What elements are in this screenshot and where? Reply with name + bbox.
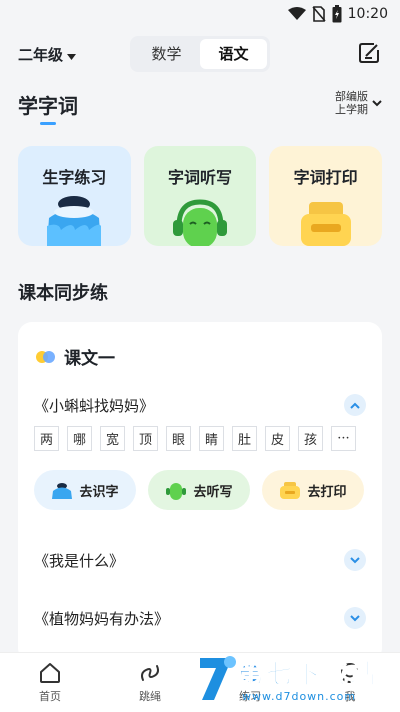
text-item[interactable]: 《我是什么》: [34, 548, 366, 572]
chevron-down-icon: [372, 97, 382, 110]
battery-icon: [332, 5, 342, 23]
card-label: 字词打印: [293, 168, 358, 187]
char-cell[interactable]: 哪: [67, 426, 92, 451]
char-cell[interactable]: 孩: [298, 426, 323, 451]
chevron-down-icon[interactable]: [344, 607, 366, 629]
card-character-practice[interactable]: 生字练习: [18, 146, 131, 246]
page-title: 学字词: [18, 94, 78, 118]
edition-label: 部编版: [335, 90, 368, 103]
go-dictation-label: 去听写: [193, 484, 233, 500]
more-chars-button[interactable]: ···: [331, 426, 356, 451]
go-print-button[interactable]: 去打印: [262, 470, 364, 510]
tab-home[interactable]: 首页: [0, 653, 100, 712]
header: 二年级 数学 语文: [0, 34, 400, 74]
lesson-header: 课文一: [36, 344, 115, 369]
caret-down-icon: [67, 46, 77, 64]
text-name: 《我是什么》: [34, 551, 125, 570]
text-item[interactable]: 《植物妈妈有办法》: [34, 606, 366, 630]
char-cell[interactable]: 睛: [199, 426, 224, 451]
home-icon: [40, 663, 60, 683]
edit-icon[interactable]: [358, 42, 380, 64]
go-print-label: 去打印: [307, 484, 347, 500]
go-learn-label: 去识字: [79, 484, 119, 500]
grade-label: 二年级: [18, 46, 64, 64]
edition-selector[interactable]: 部编版 上学期: [335, 90, 382, 116]
status-time: 10:20: [347, 6, 388, 22]
title-underline: [40, 122, 56, 125]
chevron-up-icon[interactable]: [344, 394, 366, 416]
card-print[interactable]: 字词打印: [269, 146, 383, 246]
tab-math[interactable]: 数学: [133, 39, 200, 69]
tab-label: 首页: [39, 690, 61, 703]
card-dictation[interactable]: 字词听写: [143, 146, 257, 246]
card-label: 生字练习: [42, 168, 107, 187]
subject-switch: 数学 语文: [130, 36, 270, 72]
card-label: 字词听写: [168, 168, 233, 187]
char-cell[interactable]: 皮: [265, 426, 290, 451]
headphones-robot-icon: [173, 199, 227, 246]
char-cell[interactable]: 肚: [232, 426, 257, 451]
char-cell[interactable]: 眼: [166, 426, 191, 451]
char-cell[interactable]: 宽: [100, 426, 125, 451]
printer-icon: [300, 202, 351, 246]
char-cell[interactable]: 两: [34, 426, 59, 451]
no-sim-icon: [312, 6, 326, 22]
section-header: 学字词 部编版 上学期: [0, 86, 400, 126]
text-name: 《小蝌蚪找妈妈》: [34, 396, 155, 415]
lesson-actions: 去识字 去听写 去打印: [34, 470, 364, 510]
lesson-title: 课文一: [64, 349, 115, 369]
term-label: 上学期: [335, 103, 368, 116]
lesson-dots-icon: [36, 350, 56, 363]
watermark-text: 第七下载站: [237, 660, 379, 691]
go-dictation-button[interactable]: 去听写: [148, 470, 250, 510]
character-list: 两 哪 宽 顶 眼 睛 肚 皮 孩 ···: [34, 426, 356, 451]
tab-jump-rope[interactable]: 跳绳: [100, 653, 200, 712]
status-bar: 10:20: [0, 0, 400, 28]
inkwell-icon: [47, 196, 102, 246]
char-cell[interactable]: 顶: [133, 426, 158, 451]
go-learn-button[interactable]: 去识字: [34, 470, 136, 510]
watermark-url: www.d7down.com: [242, 690, 357, 703]
watermark-logo-icon: [200, 656, 236, 700]
grade-selector[interactable]: 二年级: [18, 44, 77, 65]
tab-chinese[interactable]: 语文: [200, 39, 267, 69]
printer-icon: [280, 482, 301, 499]
chevron-down-icon[interactable]: [344, 549, 366, 571]
sync-practice-title: 课本同步练: [18, 283, 108, 304]
watermark: 第七下载站 www.d7down.com: [196, 652, 396, 708]
tab-label: 跳绳: [139, 690, 161, 703]
headphones-robot-icon: [166, 483, 187, 500]
wifi-icon: [287, 7, 306, 21]
feature-cards: 生字练习 字词听写 字词打印: [18, 146, 383, 246]
jump-rope-icon: [141, 665, 159, 681]
lesson-card: 课文一 《小蝌蚪找妈妈》 两 哪 宽 顶 眼 睛 肚 皮 孩 ··· 去识字 去…: [18, 322, 382, 662]
text-item[interactable]: 《小蝌蚪找妈妈》: [34, 393, 366, 417]
text-name: 《植物妈妈有办法》: [34, 609, 170, 628]
inkwell-icon: [52, 483, 73, 499]
